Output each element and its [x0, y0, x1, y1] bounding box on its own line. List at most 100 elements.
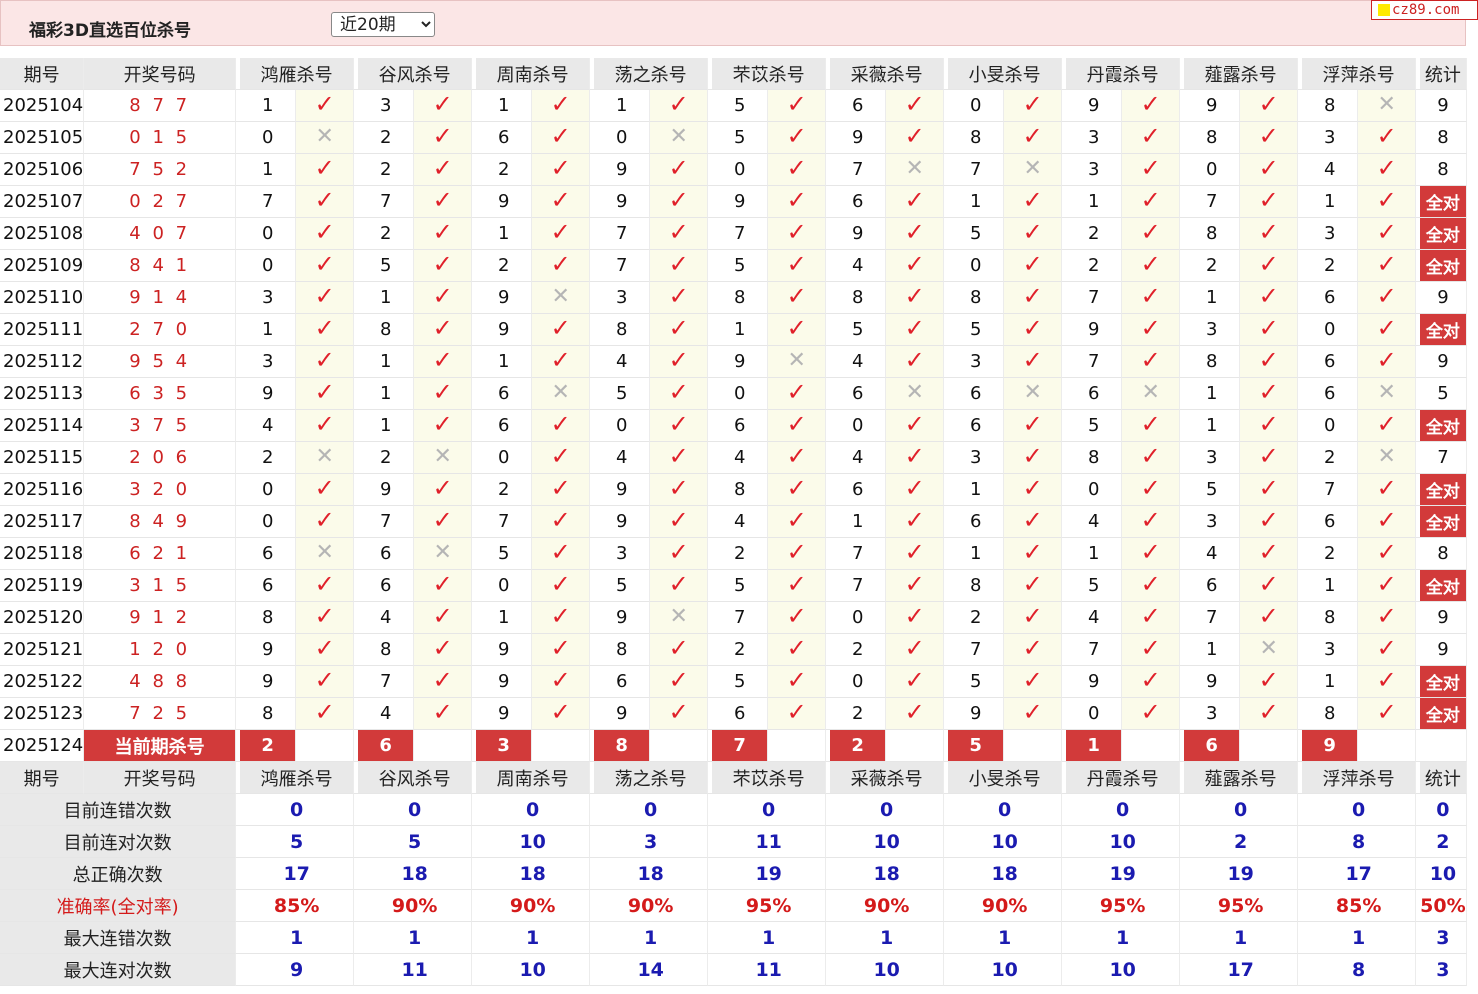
result-mark-cell: ✓	[886, 346, 945, 378]
result-mark-cell: ✓	[414, 378, 473, 410]
empty-cell	[650, 730, 709, 762]
check-icon: ✓	[432, 122, 453, 150]
stats-value: 0	[1066, 794, 1181, 826]
kill-number-cell: 1	[240, 314, 297, 346]
result-mark-cell: ✓	[1004, 218, 1063, 250]
result-mark-cell: ✓	[1240, 346, 1299, 378]
current-kill-label: 当前期杀号	[84, 730, 237, 762]
result-mark-cell: ✓	[414, 154, 473, 186]
kill-number-cell: 6	[1302, 378, 1359, 410]
check-icon: ✓	[1022, 442, 1043, 470]
result-mark-cell: ✓	[1358, 634, 1417, 666]
kill-number-cell: 3	[1302, 634, 1359, 666]
result-mark-cell: ✓	[886, 474, 945, 506]
kill-number-cell: 1	[948, 538, 1005, 570]
issue-cell: 2025104	[0, 90, 85, 122]
check-icon: ✓	[1376, 698, 1397, 726]
result-mark-cell: ✓	[1122, 186, 1181, 218]
result-mark-cell: ✓	[650, 634, 709, 666]
check-icon: ✓	[1140, 474, 1161, 502]
stats-value: 0	[358, 794, 473, 826]
draw-number-cell: 8 4 9	[84, 506, 237, 538]
check-icon: ✓	[1022, 282, 1043, 310]
check-icon: ✓	[786, 218, 807, 246]
kill-number-cell: 7	[1302, 474, 1359, 506]
result-mark-cell: ✓	[1004, 570, 1063, 602]
result-mark-cell: ✓	[1358, 506, 1417, 538]
kill-number-cell: 6	[594, 666, 651, 698]
cross-icon: ✕	[1377, 444, 1396, 469]
check-icon: ✓	[668, 474, 689, 502]
check-icon: ✓	[314, 378, 335, 406]
kill-number-cell: 9	[594, 186, 651, 218]
kill-number-cell: 7	[712, 602, 769, 634]
result-mark-cell: ✓	[1358, 154, 1417, 186]
result-mark-cell: ✓	[1358, 186, 1417, 218]
check-icon: ✓	[668, 90, 689, 118]
stats-value: 5	[358, 826, 473, 858]
kill-number-cell: 8	[948, 282, 1005, 314]
stats-value: 0	[476, 794, 591, 826]
kill-number-cell: 6	[1302, 506, 1359, 538]
result-mark-cell: ✓	[414, 506, 473, 538]
result-mark-cell: ✓	[1240, 538, 1299, 570]
kill-number-cell: 6	[1302, 282, 1359, 314]
result-mark-cell: ✓	[414, 122, 473, 154]
stats-value: 1	[1066, 922, 1181, 954]
result-mark-cell: ✓	[1122, 698, 1181, 730]
check-icon: ✓	[432, 218, 453, 246]
result-mark-cell: ✓	[532, 506, 591, 538]
draw-number-cell: 6 3 5	[84, 378, 237, 410]
check-icon: ✓	[550, 442, 571, 470]
stats-value: 8	[1302, 954, 1417, 986]
check-icon: ✓	[668, 410, 689, 438]
result-mark-cell: ✓	[532, 186, 591, 218]
stats-value: 10	[476, 826, 591, 858]
check-icon: ✓	[786, 90, 807, 118]
page-title: 福彩3D直选百位杀号	[29, 21, 191, 41]
check-icon: ✓	[432, 314, 453, 342]
stats-value: 2	[1420, 826, 1467, 858]
check-icon: ✓	[786, 282, 807, 310]
current-kill-number: 6	[358, 730, 415, 762]
result-mark-cell: ✓	[296, 602, 355, 634]
check-icon: ✓	[1376, 186, 1397, 214]
result-mark-cell: ✓	[296, 634, 355, 666]
check-icon: ✓	[550, 538, 571, 566]
table-row: 2025111 2 7 0 1 ✓ 8 ✓ 9 ✓ 8 ✓ 1 ✓ 5 ✓ 5 ✓ 9 ✓ 3 ✓ 0 ✓ 全对	[0, 314, 1467, 346]
stats-value: 11	[712, 826, 827, 858]
check-icon: ✓	[1258, 538, 1279, 566]
stats-value: 17	[240, 858, 355, 890]
period-select[interactable]: 近20期	[331, 12, 435, 37]
kill-number-cell: 7	[830, 570, 887, 602]
result-mark-cell: ✓	[886, 90, 945, 122]
result-mark-cell: ✓	[768, 250, 827, 282]
kill-number-cell: 0	[240, 506, 297, 538]
check-icon: ✓	[1140, 634, 1161, 662]
kill-number-cell: 0	[1066, 474, 1123, 506]
header-expert: 浮萍杀号	[1302, 762, 1417, 794]
stats-label: 准确率(全对率)	[0, 890, 237, 922]
check-icon: ✓	[1258, 666, 1279, 694]
kill-number-cell: 3	[240, 346, 297, 378]
kill-number-cell: 1	[358, 346, 415, 378]
result-mark-cell: ✓	[886, 506, 945, 538]
check-icon: ✓	[314, 90, 335, 118]
header-draw: 开奖号码	[84, 762, 237, 794]
issue-cell: 2025112	[0, 346, 85, 378]
site-logo[interactable]: cz89.com	[1371, 0, 1478, 20]
result-mark-cell: ✓	[1122, 506, 1181, 538]
kill-number-cell: 0	[1066, 698, 1123, 730]
header-expert: 浮萍杀号	[1302, 58, 1417, 90]
result-mark-cell: ✓	[414, 90, 473, 122]
result-mark-cell: ✓	[1240, 122, 1299, 154]
table-row: 2025116 3 2 0 0 ✓ 9 ✓ 2 ✓ 9 ✓ 8 ✓ 6 ✓ 1 ✓ 0 ✓ 5 ✓ 7 ✓ 全对	[0, 474, 1467, 506]
issue-cell: 2025120	[0, 602, 85, 634]
check-icon: ✓	[1258, 218, 1279, 246]
stats-value: 90%	[830, 890, 945, 922]
check-icon: ✓	[904, 634, 925, 662]
current-kill-number: 5	[948, 730, 1005, 762]
stats-value: 1	[476, 922, 591, 954]
check-icon: ✓	[1022, 506, 1043, 534]
current-issue-cell: 2025124	[0, 730, 85, 762]
